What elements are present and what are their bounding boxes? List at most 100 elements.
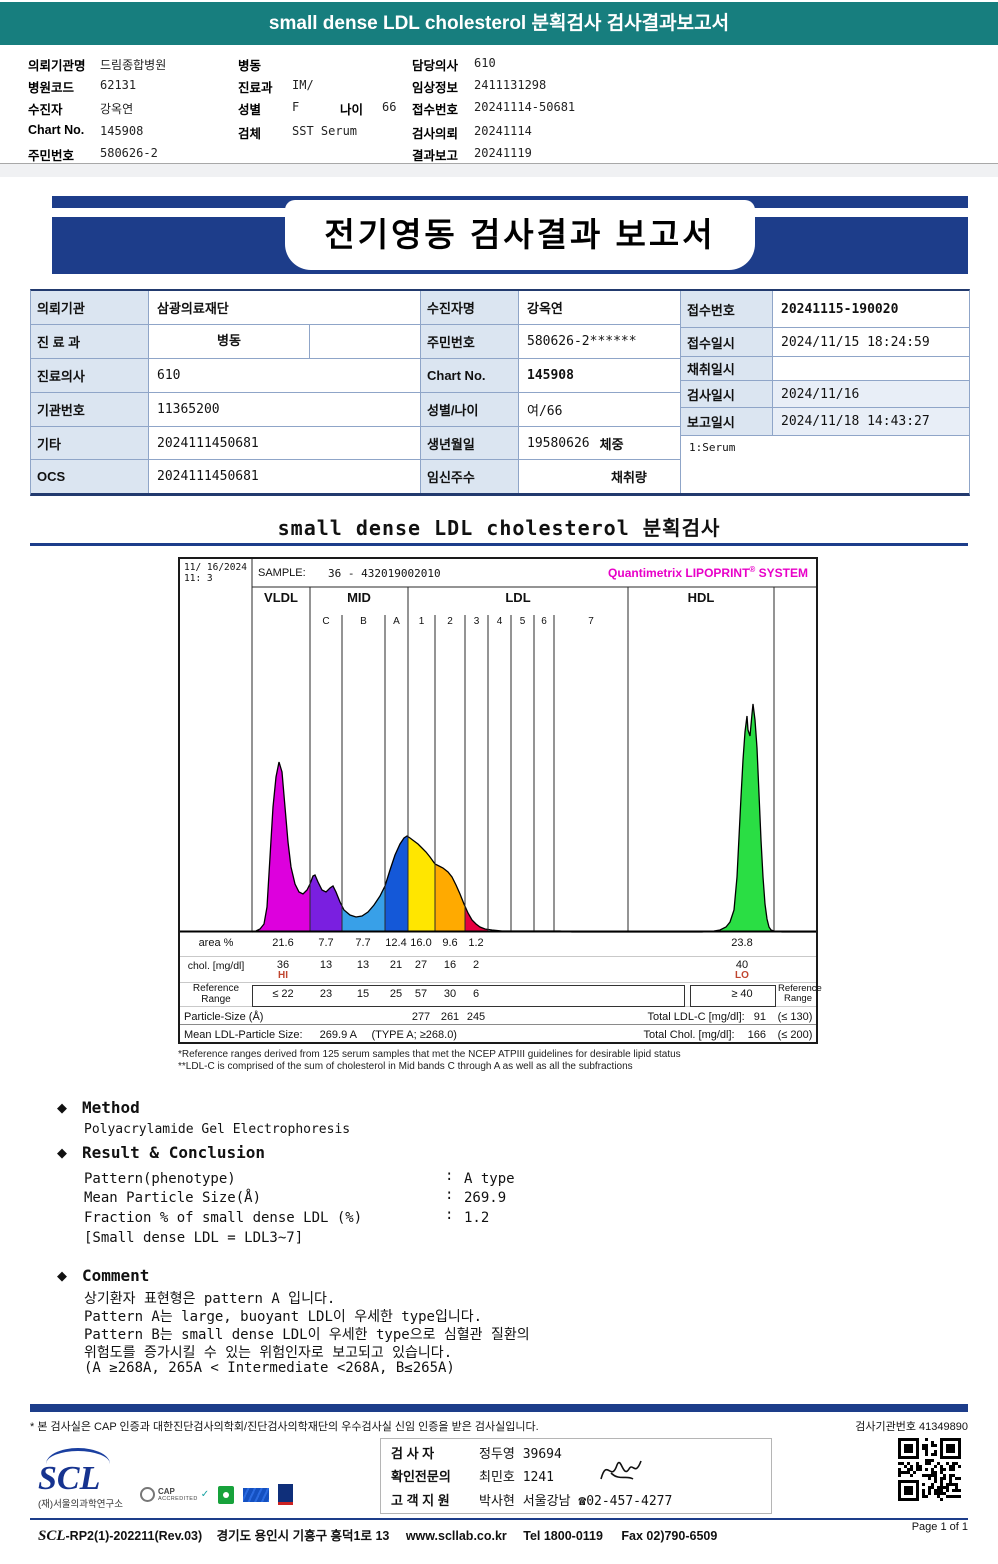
comment-line: Pattern B는 small dense LDL이 우세한 type으로 심… — [84, 1327, 530, 1343]
chol-flag-hi: HI — [278, 970, 288, 981]
result-label: Pattern(phenotype) — [84, 1171, 236, 1187]
area-value: 9.6 — [442, 937, 458, 949]
field-value: 2411131298 — [474, 78, 547, 92]
table-label: 성별/나이 — [421, 393, 519, 427]
comment-heading: Comment — [82, 1266, 150, 1285]
table-label: 기타 — [31, 427, 149, 460]
group-label-vldl: VLDL — [264, 590, 298, 605]
chol-value: 21 — [389, 959, 403, 971]
row-divider — [180, 956, 816, 957]
total-chol-ref: (≤ 200) — [777, 1029, 813, 1041]
table-value: 580626-2****** — [519, 325, 681, 359]
result-heading: Result & Conclusion — [82, 1143, 266, 1162]
banner-title-box: 전기영동 검사결과 보고서 — [285, 200, 755, 270]
field-label: 임상정보 — [412, 81, 459, 95]
method-body: Polyacrylamide Gel Electrophoresis — [84, 1122, 351, 1137]
subband-label-1: 1 — [418, 616, 425, 627]
band-fill-hdl — [628, 704, 774, 932]
chol-value: 27 — [414, 959, 428, 971]
particle-size-value: 261 — [440, 1011, 460, 1023]
field-label: 진료과 — [238, 81, 273, 95]
subband-label-6: 6 — [541, 616, 547, 627]
field-label: 주민번호 — [28, 149, 75, 163]
field-value: 20241114 — [474, 124, 532, 138]
row-divider — [180, 982, 816, 983]
row-divider — [180, 1024, 816, 1025]
section-title: small dense LDL cholesterol 분획검사 — [277, 516, 721, 540]
area-row-label: area % — [198, 937, 234, 949]
lipoprint-brand: Quantimetrix LIPOPRINT® SYSTEM — [608, 565, 808, 580]
result-colon: : — [445, 1168, 454, 1184]
field-label: 검사의뢰 — [412, 127, 459, 141]
chol-value: 13 — [319, 959, 333, 971]
scl-logo: SCL (재)서울의과학연구소 — [38, 1448, 123, 1510]
table-value: 11365200 — [149, 393, 421, 427]
table-value: 2024/11/16 — [773, 381, 969, 408]
verifier-row: 확인전문의 최민호 1241 — [391, 1469, 555, 1485]
total-ldl-line: Total LDL-C [mg/dl]: 91 — [647, 1011, 766, 1023]
table-label: 진료의사 — [31, 359, 149, 393]
field-label: 담당의사 — [412, 59, 459, 73]
field-value: SST Serum — [292, 124, 358, 138]
qr-code — [898, 1438, 962, 1507]
staff-box: 검 사 자 정두영 39694 확인전문의 최민호 1241 고 객 지 원 박사현 … — [380, 1438, 772, 1514]
footnote-2: **LDL-C is comprised of the sum of chole… — [178, 1061, 633, 1072]
particle-size-value: 277 — [411, 1011, 431, 1023]
sample-label: SAMPLE: — [258, 567, 306, 579]
field-value: 145908 — [100, 124, 144, 138]
subband-label-3: 3 — [473, 616, 480, 627]
subband-label-7: 7 — [588, 616, 594, 627]
table-label: 기관번호 — [31, 393, 149, 427]
table-value: 병동 — [149, 325, 421, 359]
chol-value: 13 — [356, 959, 370, 971]
patient-header: 의뢰기관명 드림종합병원 병원코드 62131 수진자 강옥연 Chart No… — [0, 45, 998, 163]
result-value: 1.2 — [464, 1210, 490, 1226]
ref-row-label: Reference Range — [192, 983, 240, 1005]
field-label: 나이 — [340, 103, 364, 117]
subband-label-a: A — [393, 616, 400, 627]
field-value: F — [292, 100, 300, 114]
band-fill-vldl — [252, 762, 310, 932]
cap-seal-icon — [140, 1487, 155, 1502]
table-value: 2024/11/15 18:24:59 — [773, 328, 969, 357]
reference-box-main — [252, 985, 685, 1007]
field-value: 62131 — [100, 78, 137, 92]
table-value: 강옥연 — [519, 291, 681, 325]
result-colon: : — [445, 1187, 454, 1203]
table-value: 20241115-190020 — [773, 291, 969, 328]
area-value: 16.0 — [410, 937, 432, 949]
chart-datetime: 11/ 16/2024 11: 3 — [184, 562, 247, 584]
report-title: small dense LDL cholesterol 분획검사 검사결과보고서 — [268, 13, 730, 34]
field-value: 20241119 — [474, 146, 532, 160]
result-value: A type — [464, 1171, 515, 1187]
field-value: 66 — [382, 100, 397, 114]
table-label: 접수번호 — [681, 291, 773, 328]
total-ldl-ref: (≤ 130) — [777, 1011, 813, 1023]
tester-row: 검 사 자 정두영 39694 — [391, 1446, 562, 1462]
lab-tel: Tel 1800-0119 — [523, 1529, 603, 1543]
table-label: 진 료 과 — [31, 325, 149, 359]
table-value: 19580626 체중 — [519, 427, 681, 460]
table-label: 채취일시 — [681, 357, 773, 381]
table-label: OCS — [31, 460, 149, 493]
result-label: Fraction % of small dense LDL (%) — [84, 1210, 363, 1226]
mean-particle-line: Mean LDL-Particle Size: 269.9 A (TYPE A;… — [184, 1029, 457, 1041]
diamond-icon: ◆ — [57, 1268, 67, 1283]
table-label: 검사일시 — [681, 381, 773, 408]
footer-bar — [30, 1404, 968, 1412]
serum-note-cell: 1:Serum — [681, 436, 969, 493]
accreditation-note: * 본 검사실은 CAP 인증과 대한진단검사의학회/진단검사의학재단의 우수검… — [30, 1421, 539, 1433]
banner-title: 전기영동 검사결과 보고서 — [324, 216, 716, 253]
field-label: 의뢰기관명 — [28, 59, 86, 73]
chol-flag-lo: LO — [735, 970, 749, 981]
green-cert-logo — [218, 1485, 235, 1504]
field-value: 20241114-50681 — [474, 100, 576, 114]
ref-right-label: Reference Range — [778, 983, 822, 1004]
footnote-1: *Reference ranges derived from 125 serum… — [178, 1049, 681, 1060]
comment-line: Pattern A는 large, buoyant LDL이 우세한 type입… — [84, 1309, 483, 1325]
subband-label-5: 5 — [519, 616, 526, 627]
support-row: 고 객 지 원 박사현 서울강남 ☎02-457-4277 — [391, 1493, 673, 1509]
result-label: Mean Particle Size(Å) — [84, 1190, 262, 1206]
table-label: 의뢰기관 — [31, 291, 149, 325]
field-value: 강옥연 — [100, 102, 134, 116]
